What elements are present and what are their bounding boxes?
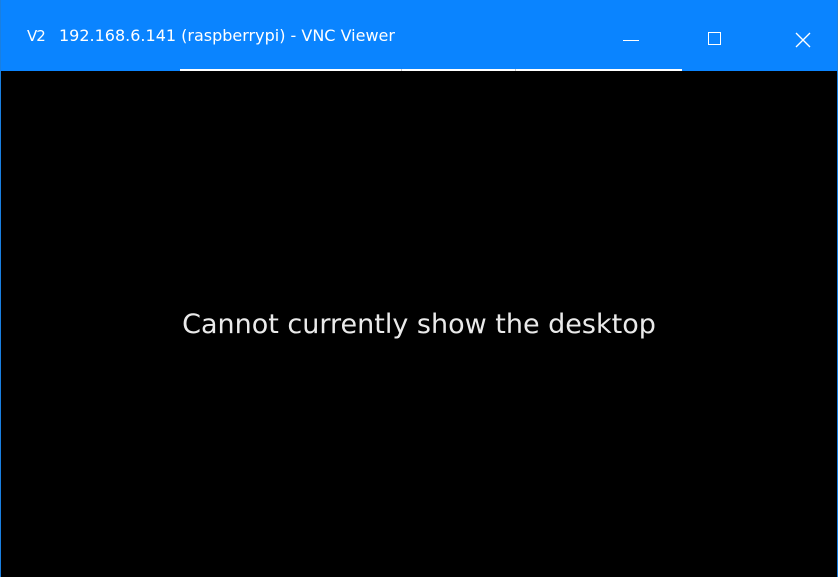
minimize-button[interactable] bbox=[564, 0, 656, 71]
minimize-icon bbox=[623, 40, 639, 41]
window-title: 192.168.6.141 (raspberrypi) - VNC Viewer bbox=[59, 26, 395, 45]
title-bar[interactable]: V2 192.168.6.141 (raspberrypi) - VNC Vie… bbox=[1, 0, 837, 71]
maximize-button[interactable] bbox=[654, 0, 746, 71]
vnc-logo-icon: V2 bbox=[27, 27, 46, 45]
remote-desktop-area[interactable]: Cannot currently show the desktop bbox=[1, 71, 837, 577]
close-icon bbox=[795, 32, 811, 48]
close-button[interactable] bbox=[747, 0, 838, 71]
vnc-viewer-window: V2 192.168.6.141 (raspberrypi) - VNC Vie… bbox=[0, 0, 838, 577]
maximize-icon bbox=[708, 32, 721, 45]
status-message: Cannot currently show the desktop bbox=[182, 309, 656, 340]
